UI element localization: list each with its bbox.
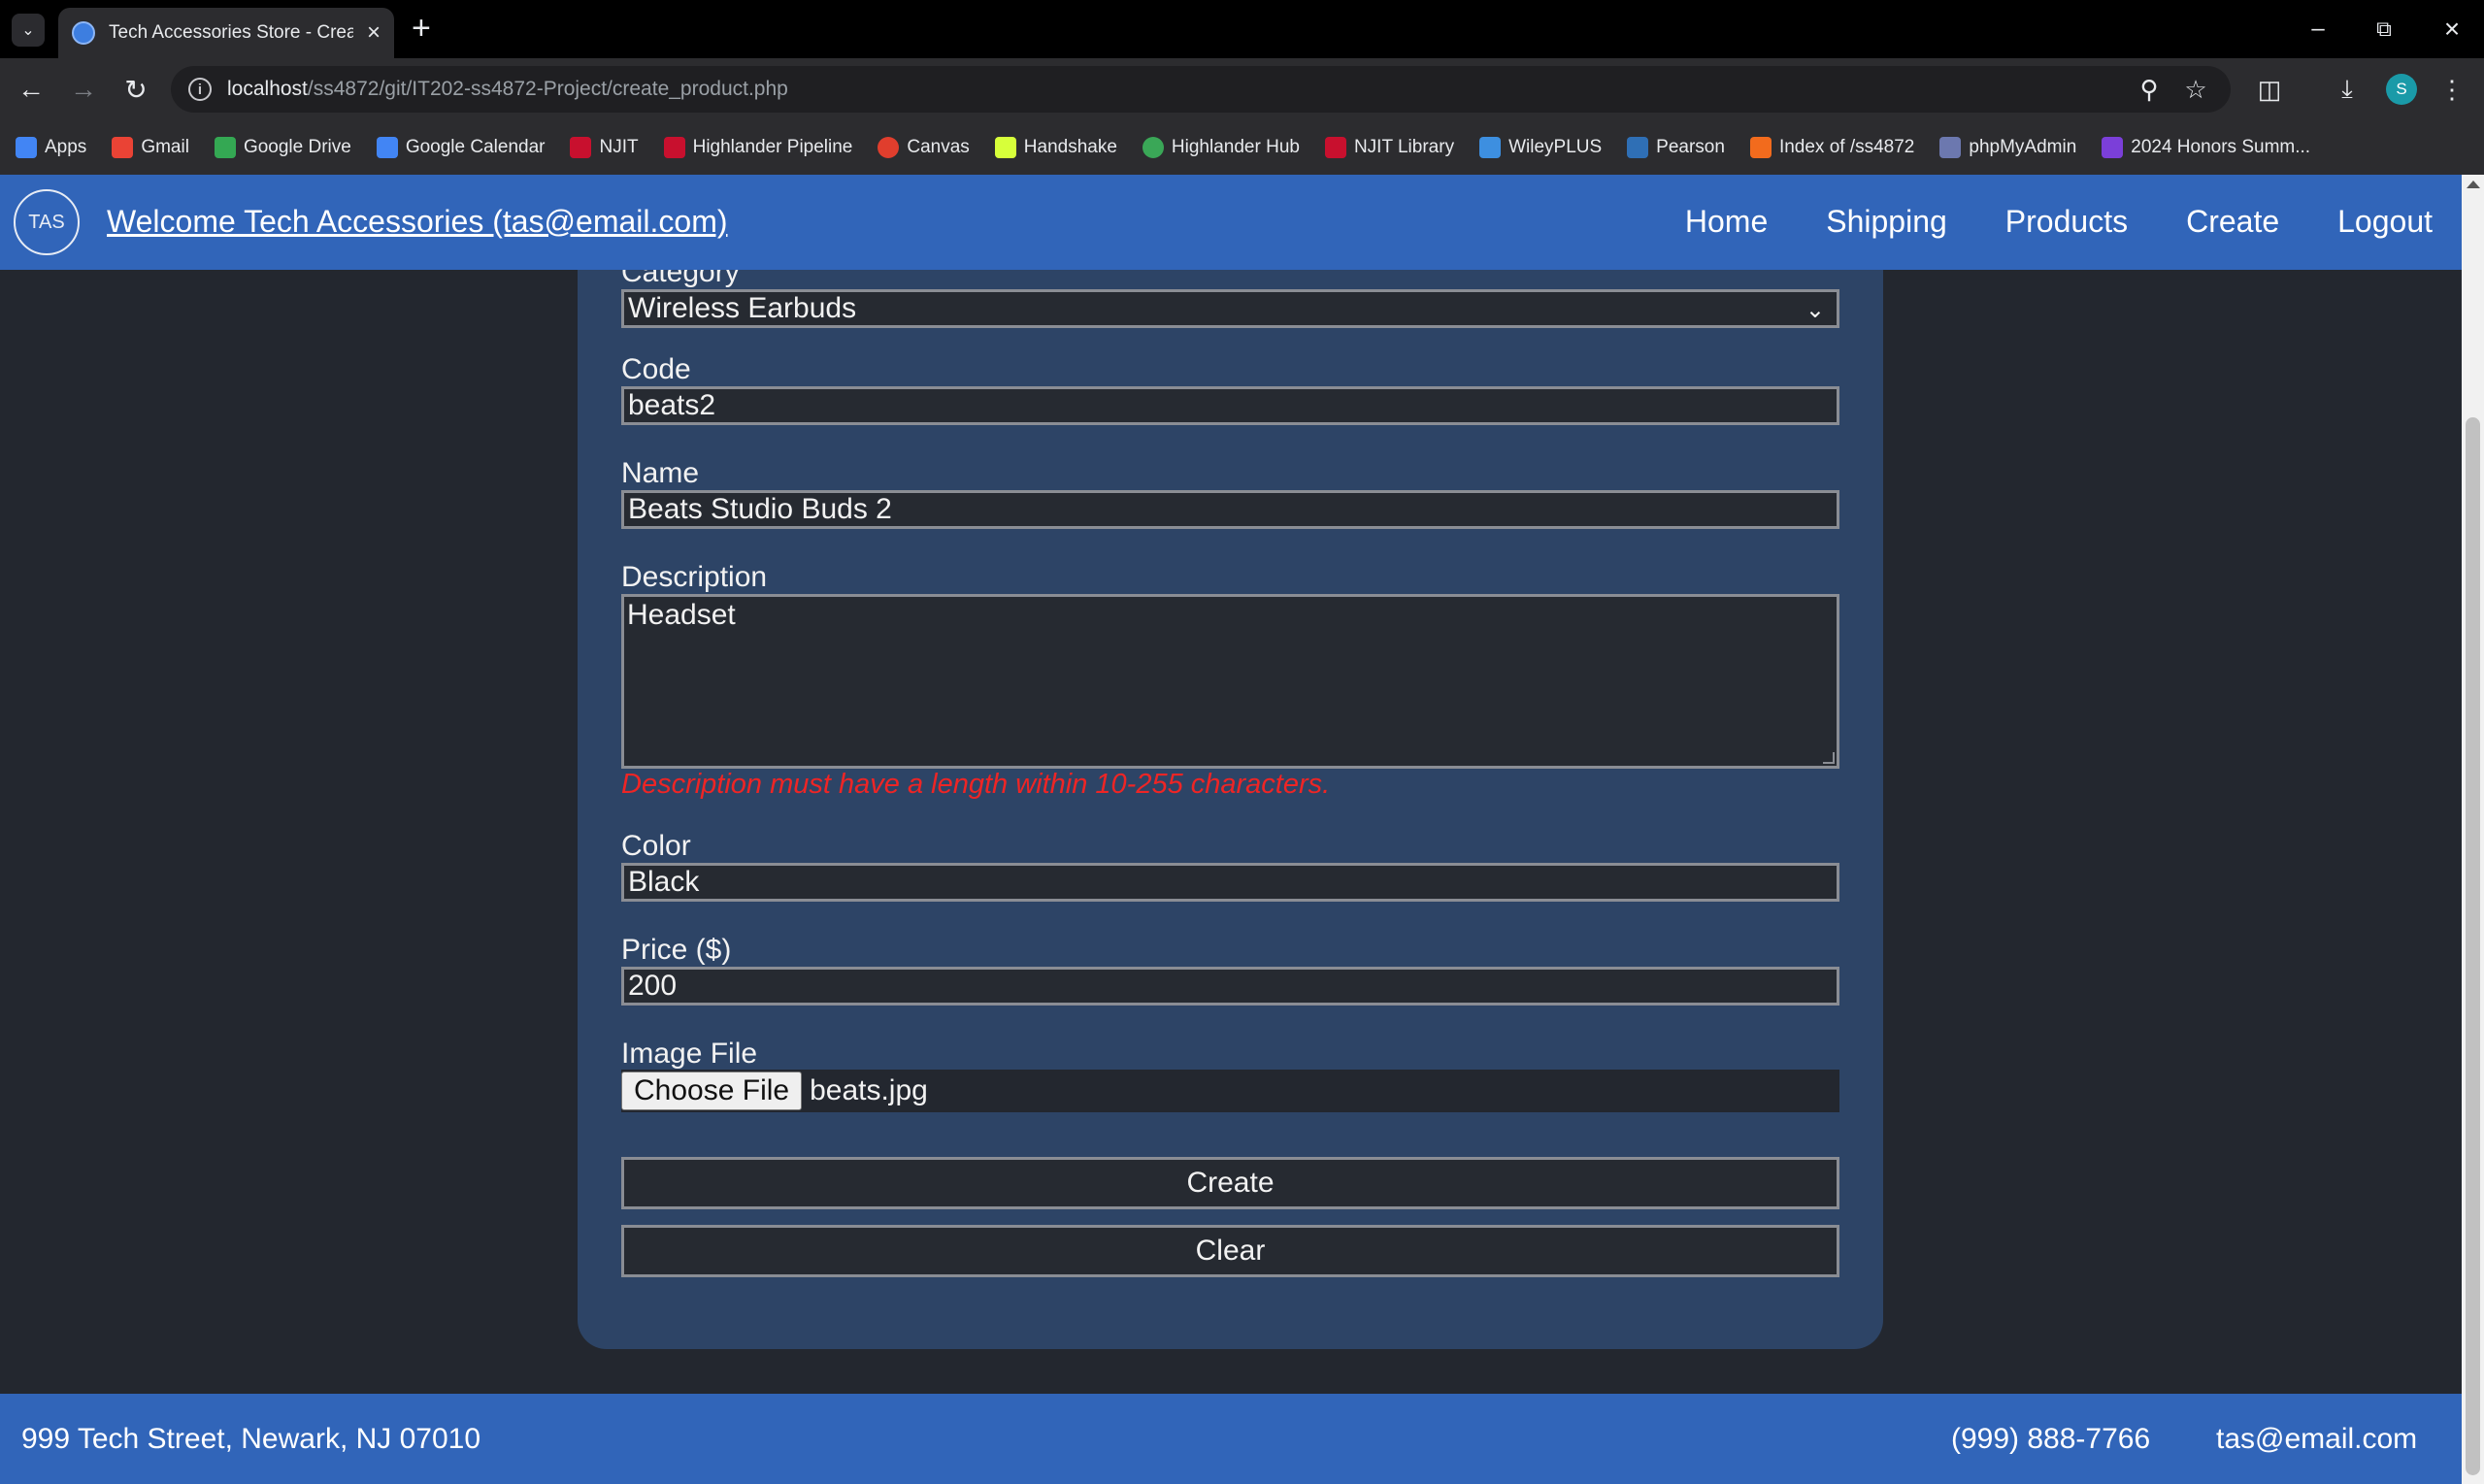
bookmark-handshake[interactable]: Handshake — [994, 137, 1117, 158]
page-viewport: Category Wireless Earbuds ⌄ Code beats2 … — [0, 175, 2462, 1484]
resize-handle-icon[interactable] — [1823, 752, 1835, 764]
chevron-down-icon: ⌄ — [1805, 297, 1825, 323]
njit-icon — [1324, 137, 1346, 158]
bookmark-wileyplus[interactable]: WileyPLUS — [1479, 137, 1602, 158]
description-label: Description — [621, 561, 768, 593]
wileyplus-icon — [1479, 137, 1502, 158]
bookmark-index-ss4872[interactable]: Index of /ss4872 — [1749, 137, 1914, 158]
bookmark-pearson[interactable]: Pearson — [1627, 137, 1725, 158]
location-pin-icon[interactable]: ⚲ — [2134, 74, 2165, 105]
name-input[interactable]: Beats Studio Buds 2 — [621, 490, 1839, 529]
minimize-icon[interactable]: – — [2299, 12, 2337, 47]
site-header: TAS Welcome Tech Accessories (tas@email.… — [0, 175, 2462, 270]
bookmark-phpmyadmin[interactable]: phpMyAdmin — [1939, 137, 2076, 158]
form-list-icon — [2102, 137, 2124, 158]
tab-title: Tech Accessories Store - Create — [109, 22, 353, 43]
description-error-message: Description must have a length within 10… — [621, 769, 1331, 800]
nav-products[interactable]: Products — [2005, 204, 2128, 240]
bookmark-honors-summer[interactable]: 2024 Honors Summ... — [2102, 137, 2310, 158]
selected-file-name: beats.jpg — [810, 1074, 928, 1106]
name-label: Name — [621, 457, 700, 489]
welcome-link[interactable]: Welcome Tech Accessories (tas@email.com) — [107, 204, 728, 240]
njit-icon — [570, 137, 592, 158]
canvas-icon — [878, 137, 900, 158]
reload-icon[interactable]: ↻ — [118, 72, 153, 107]
chevron-down-icon: ⌄ — [21, 22, 35, 39]
bookmark-gmail[interactable]: Gmail — [112, 137, 189, 158]
favicon-icon — [72, 21, 95, 45]
bookmark-star-icon[interactable]: ☆ — [2180, 74, 2211, 105]
bookmark-highlander-hub[interactable]: Highlander Hub — [1142, 137, 1300, 158]
site-info-icon[interactable]: i — [188, 78, 212, 101]
description-text: Headset — [627, 599, 736, 631]
page-scrollbar[interactable] — [2462, 175, 2484, 1484]
close-window-icon[interactable]: × — [2433, 12, 2471, 47]
footer-email: tas@email.com — [2216, 1423, 2418, 1455]
download-icon[interactable]: ⤓ — [2330, 72, 2365, 107]
pearson-icon — [1627, 137, 1649, 158]
bookmark-canvas[interactable]: Canvas — [878, 137, 970, 158]
highlander-hub-icon — [1142, 137, 1164, 158]
scroll-up-arrow-icon[interactable] — [2467, 181, 2480, 188]
description-textarea[interactable]: Headset — [621, 594, 1839, 769]
main-nav: Home Shipping Products Create Logout — [1685, 204, 2433, 240]
xampp-icon — [1749, 137, 1772, 158]
gmail-icon — [112, 137, 134, 158]
forward-arrow-icon[interactable]: → — [66, 72, 101, 107]
back-arrow-icon[interactable]: ← — [14, 72, 49, 107]
bookmark-highlander-pipeline[interactable]: Highlander Pipeline — [663, 137, 852, 158]
browser-toolbar: ← → ↻ i localhost/ss4872/git/IT202-ss487… — [0, 58, 2484, 120]
price-label: Price ($) — [621, 934, 732, 966]
extensions-icon[interactable]: ◫ — [2252, 72, 2287, 107]
bookmark-apps[interactable]: Apps — [16, 137, 86, 158]
tas-logo[interactable]: TAS — [14, 189, 80, 255]
google-drive-icon — [214, 137, 236, 158]
choose-file-button[interactable]: Choose File — [621, 1072, 803, 1110]
nav-home[interactable]: Home — [1685, 204, 1768, 240]
close-tab-icon[interactable]: × — [367, 21, 381, 45]
scrollbar-thumb[interactable] — [2466, 417, 2480, 1475]
category-select[interactable]: Wireless Earbuds ⌄ — [621, 289, 1839, 328]
tab-search-button[interactable]: ⌄ — [12, 14, 45, 47]
bookmark-njit-library[interactable]: NJIT Library — [1324, 137, 1454, 158]
menu-kebab-icon[interactable]: ⋮ — [2434, 72, 2469, 107]
nav-shipping[interactable]: Shipping — [1826, 204, 1947, 240]
clear-button[interactable]: Clear — [621, 1225, 1839, 1277]
code-input[interactable]: beats2 — [621, 386, 1839, 425]
footer-phone: (999) 888-7766 — [1951, 1423, 2151, 1455]
apps-grid-icon — [16, 137, 37, 158]
google-calendar-icon — [376, 137, 398, 158]
bookmark-google-drive[interactable]: Google Drive — [214, 137, 351, 158]
new-tab-button[interactable]: + — [412, 12, 431, 45]
bookmarks-bar: Apps Gmail Google Drive Google Calendar … — [0, 120, 2484, 175]
color-label: Color — [621, 830, 691, 862]
restore-icon[interactable]: ⧉ — [2365, 12, 2403, 47]
site-footer: 999 Tech Street, Newark, NJ 07010 (999) … — [0, 1394, 2462, 1484]
browser-tabstrip: ⌄ Tech Accessories Store - Create × + – … — [0, 0, 2484, 58]
bookmark-njit[interactable]: NJIT — [570, 137, 639, 158]
phpmyadmin-icon — [1939, 137, 1962, 158]
nav-create[interactable]: Create — [2186, 204, 2279, 240]
image-file-input[interactable]: Choose File beats.jpg — [621, 1070, 1839, 1112]
address-bar[interactable]: i localhost/ss4872/git/IT202-ss4872-Proj… — [171, 66, 2231, 113]
handshake-icon — [994, 137, 1016, 158]
profile-avatar[interactable]: S — [2386, 74, 2417, 105]
bookmark-google-calendar[interactable]: Google Calendar — [376, 137, 545, 158]
njit-icon — [663, 137, 685, 158]
image-file-label: Image File — [621, 1038, 758, 1070]
url-text[interactable]: localhost/ss4872/git/IT202-ss4872-Projec… — [227, 78, 788, 101]
color-input[interactable]: Black — [621, 863, 1839, 902]
category-selected-value: Wireless Earbuds — [628, 292, 857, 324]
create-button[interactable]: Create — [621, 1157, 1839, 1209]
price-input[interactable]: 200 — [621, 967, 1839, 1006]
browser-tab-active[interactable]: Tech Accessories Store - Create × — [58, 8, 394, 58]
footer-address: 999 Tech Street, Newark, NJ 07010 — [21, 1423, 481, 1455]
code-label: Code — [621, 353, 691, 385]
nav-logout[interactable]: Logout — [2337, 204, 2433, 240]
